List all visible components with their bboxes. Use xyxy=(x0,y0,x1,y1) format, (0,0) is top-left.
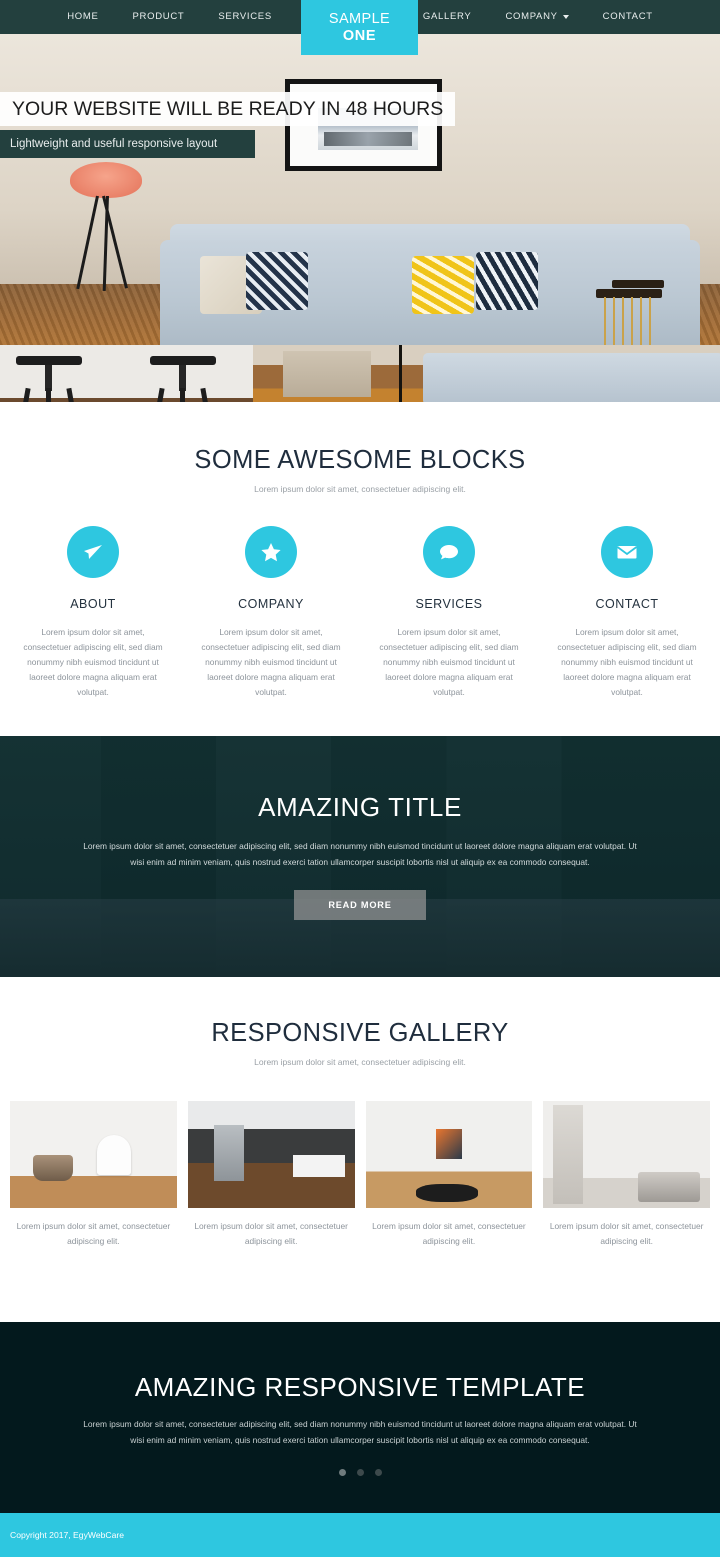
nav-item-product[interactable]: PRODUCT xyxy=(116,0,202,34)
cta-text: Lorem ipsum dolor sit amet, consectetuer… xyxy=(83,1419,637,1445)
hero-cushion xyxy=(412,256,474,314)
gallery-caption: Lorem ipsum dolor sit amet, consectetuer… xyxy=(16,1221,171,1246)
hero-lamp-shade xyxy=(70,162,142,198)
carousel-dot-active[interactable] xyxy=(338,1469,346,1477)
cta-section: AMAZING RESPONSIVE TEMPLATE Lorem ipsum … xyxy=(0,1322,720,1513)
block-card-text: Lorem ipsum dolor sit amet, consectetuer… xyxy=(23,627,163,697)
hero-headline: YOUR WEBSITE WILL BE READY IN 48 HOURS xyxy=(0,92,455,126)
block-card-title: SERVICES xyxy=(415,597,483,611)
cta-content: AMAZING RESPONSIVE TEMPLATE Lorem ipsum … xyxy=(0,1322,720,1477)
gallery-title: RESPONSIVE GALLERY xyxy=(211,1019,509,1047)
hero-stool xyxy=(14,356,84,402)
gallery-item[interactable]: Lorem ipsum dolor sit amet, consectetuer… xyxy=(365,1101,533,1248)
nav-item-gallery[interactable]: GALLERY xyxy=(406,0,489,34)
chevron-down-icon xyxy=(562,15,569,19)
hero-strip-panel[interactable] xyxy=(253,345,720,402)
gallery-header: RESPONSIVE GALLERY Lorem ipsum dolor sit… xyxy=(0,977,720,1067)
parallax-text: Lorem ipsum dolor sit amet, consectetuer… xyxy=(83,841,637,867)
star-icon[interactable] xyxy=(245,526,297,578)
block-card-text: Lorem ipsum dolor sit amet, consectetuer… xyxy=(379,627,519,697)
gallery-caption: Lorem ipsum dolor sit amet, consectetuer… xyxy=(549,1221,704,1246)
blocks-card-list: ABOUT Lorem ipsum dolor sit amet, consec… xyxy=(0,526,720,700)
gallery-item[interactable]: Lorem ipsum dolor sit amet, consectetuer… xyxy=(10,1101,177,1248)
gallery-grid: Lorem ipsum dolor sit amet, consectetuer… xyxy=(0,1101,720,1248)
block-card-company[interactable]: COMPANY Lorem ipsum dolor sit amet, cons… xyxy=(182,526,360,700)
hero-pillar xyxy=(283,351,371,397)
blocks-title: SOME AWESOME BLOCKS xyxy=(194,446,526,474)
parallax-title: AMAZING TITLE xyxy=(258,792,462,822)
site-logo[interactable]: SAMPLE ONE xyxy=(301,0,418,55)
hero-side-table xyxy=(612,280,664,288)
nav-item-contact[interactable]: CONTACT xyxy=(586,0,670,34)
copyright-text: Copyright 2017, EgyWebCare xyxy=(10,1530,125,1540)
gallery-caption: Lorem ipsum dolor sit amet, consectetuer… xyxy=(372,1221,526,1246)
nav-item-services[interactable]: SERVICES xyxy=(201,0,288,34)
carousel-dot[interactable] xyxy=(374,1469,382,1477)
block-card-title: COMPANY xyxy=(238,597,304,611)
block-card-services[interactable]: SERVICES Lorem ipsum dolor sit amet, con… xyxy=(360,526,538,700)
cta-title: AMAZING RESPONSIVE TEMPLATE xyxy=(134,1372,586,1402)
gallery-image-kitchen[interactable] xyxy=(187,1101,355,1208)
logo-line-2: ONE xyxy=(342,27,377,44)
logo-line-1: SAMPLE xyxy=(328,10,391,27)
carousel-dot[interactable] xyxy=(356,1469,364,1477)
hero-sofa xyxy=(423,353,720,402)
hero-table-leg xyxy=(399,345,402,402)
envelope-icon[interactable] xyxy=(601,526,653,578)
gallery-subtitle: Lorem ipsum dolor sit amet, consectetuer… xyxy=(254,1057,466,1067)
page-root: HOME PRODUCT SERVICES GALLERY COMPANY CO… xyxy=(0,0,720,1557)
site-footer: Copyright 2017, EgyWebCare xyxy=(0,1513,720,1557)
gallery-image-chair-basket[interactable] xyxy=(10,1101,177,1208)
hero-cushion xyxy=(476,252,538,310)
read-more-button[interactable]: READ MORE xyxy=(294,890,426,921)
hero-strip-panel[interactable] xyxy=(0,345,253,402)
block-card-title: ABOUT xyxy=(70,597,116,611)
block-card-title: CONTACT xyxy=(595,597,659,611)
block-card-contact[interactable]: CONTACT Lorem ipsum dolor sit amet, cons… xyxy=(538,526,716,700)
hero-thumbnail-strip xyxy=(0,345,720,402)
hero-side-table-legs xyxy=(604,297,654,345)
block-card-about[interactable]: ABOUT Lorem ipsum dolor sit amet, consec… xyxy=(4,526,182,700)
hero-stool xyxy=(148,356,218,402)
hero-cushion xyxy=(246,252,308,310)
parallax-section: AMAZING TITLE Lorem ipsum dolor sit amet… xyxy=(0,736,720,977)
parallax-content: AMAZING TITLE Lorem ipsum dolor sit amet… xyxy=(0,736,720,921)
chat-bubble-icon[interactable] xyxy=(423,526,475,578)
blocks-subtitle: Lorem ipsum dolor sit amet, consectetuer… xyxy=(254,484,466,494)
hero-subheadline: Lightweight and useful responsive layout xyxy=(0,130,255,158)
paper-plane-icon[interactable] xyxy=(67,526,119,578)
nav-item-home[interactable]: HOME xyxy=(50,0,115,34)
nav-item-company-label: COMPANY xyxy=(505,11,558,22)
block-card-text: Lorem ipsum dolor sit amet, consectetuer… xyxy=(557,627,697,697)
carousel-dots xyxy=(0,1469,720,1477)
gallery-caption: Lorem ipsum dolor sit amet, consectetuer… xyxy=(194,1221,348,1246)
block-card-text: Lorem ipsum dolor sit amet, consectetuer… xyxy=(201,627,341,697)
nav-item-company[interactable]: COMPANY xyxy=(488,0,585,34)
awesome-blocks-section: SOME AWESOME BLOCKS Lorem ipsum dolor si… xyxy=(0,402,720,736)
gallery-item[interactable]: Lorem ipsum dolor sit amet, consectetuer… xyxy=(187,1101,355,1248)
gallery-item[interactable]: Lorem ipsum dolor sit amet, consectetuer… xyxy=(543,1101,710,1248)
gallery-image-dining-room[interactable] xyxy=(365,1101,533,1208)
gallery-section: RESPONSIVE GALLERY Lorem ipsum dolor sit… xyxy=(0,977,720,1322)
hero-slider: YOUR WEBSITE WILL BE READY IN 48 HOURS L… xyxy=(0,34,720,402)
gallery-image-bedroom[interactable] xyxy=(543,1101,710,1208)
